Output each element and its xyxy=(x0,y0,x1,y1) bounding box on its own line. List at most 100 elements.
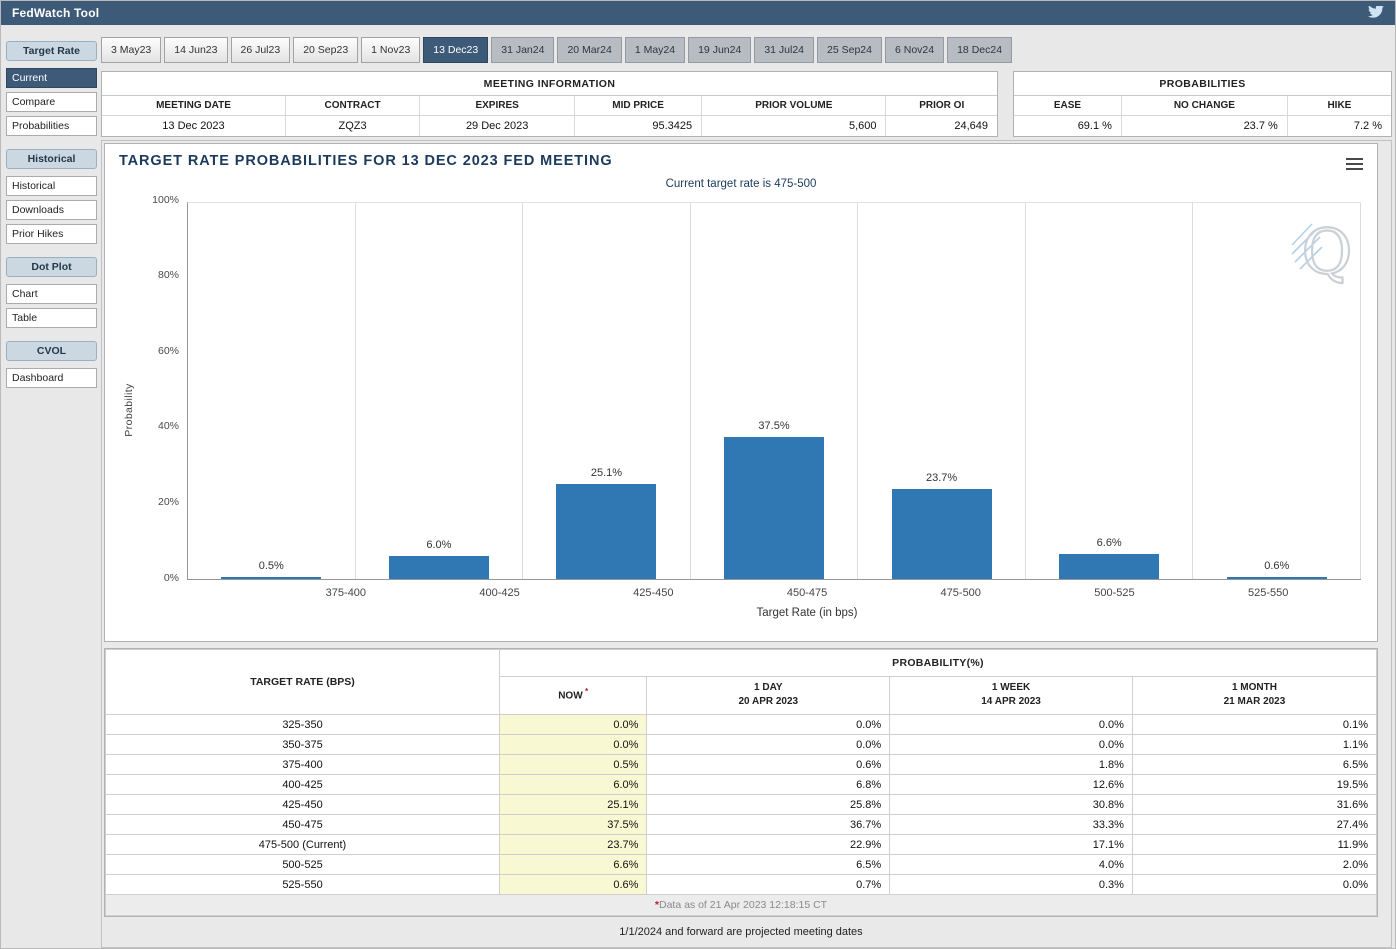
probability-cell: 25.8% xyxy=(647,795,890,815)
probability-cell: 0.0% xyxy=(890,735,1133,755)
tab-26-jul23[interactable]: 26 Jul23 xyxy=(231,37,291,63)
tab-3-may23[interactable]: 3 May23 xyxy=(101,37,161,63)
column-header-date: 20 APR 2023 xyxy=(647,695,889,709)
probability-cell: 6.0% xyxy=(500,775,647,795)
fedwatch-tool-page: FedWatch Tool Target RateCurrentCompareP… xyxy=(0,0,1396,949)
probabilities-header-no-change: NO CHANGE xyxy=(1121,96,1287,116)
rate-cell: 450-475 xyxy=(106,815,500,835)
sidebar-section-target-rate: Target Rate xyxy=(6,41,97,61)
sidebar-section-cvol: CVOL xyxy=(6,341,97,361)
probabilities-table: EASENO CHANGEHIKE 69.1 %23.7 %7.2 % xyxy=(1014,95,1391,136)
sidebar-item-prior-hikes[interactable]: Prior Hikes xyxy=(6,224,97,244)
probabilities-header-hike: HIKE xyxy=(1287,96,1391,116)
probability-cell: 0.0% xyxy=(647,715,890,735)
bar-475-500 xyxy=(892,489,992,579)
probability-cell: 4.0% xyxy=(890,855,1133,875)
meeting-info-value-prior-volume: 5,600 xyxy=(702,116,886,137)
tab-25-sep24[interactable]: 25 Sep24 xyxy=(817,37,882,63)
column-header-label: NOW xyxy=(558,691,582,702)
sidebar-item-table[interactable]: Table xyxy=(6,308,97,328)
probability-cell: 0.0% xyxy=(1132,875,1376,895)
meeting-info-value-prior-oi: 24,649 xyxy=(886,116,997,137)
tab-14-jun23[interactable]: 14 Jun23 xyxy=(164,37,227,63)
meeting-info-value-contract: ZQZ3 xyxy=(285,116,419,137)
meeting-info-header-contract: CONTRACT xyxy=(285,96,419,116)
plot-column-375-400: 0.5% xyxy=(188,203,356,579)
meeting-info-header-prior-oi: PRIOR OI xyxy=(886,96,997,116)
table-row-350-375: 350-3750.0%0.0%0.0%1.1% xyxy=(106,735,1377,755)
plot-column-400-425: 6.0% xyxy=(356,203,524,579)
column-header-label: 1 WEEK xyxy=(992,682,1030,693)
tab-20-mar24[interactable]: 20 Mar24 xyxy=(557,37,621,63)
table-row-325-350: 325-3500.0%0.0%0.0%0.1% xyxy=(106,715,1377,735)
probability-group-header: PROBABILITY(%) xyxy=(500,650,1377,677)
probability-cell: 31.6% xyxy=(1132,795,1376,815)
bar-525-550 xyxy=(1227,577,1327,579)
column-header-date: 21 MAR 2023 xyxy=(1133,695,1376,709)
plot-column-475-500: 23.7% xyxy=(858,203,1026,579)
y-tick-100: 100% xyxy=(152,194,179,207)
tab-13-dec23[interactable]: 13 Dec23 xyxy=(423,37,488,63)
sidebar-item-downloads[interactable]: Downloads xyxy=(6,200,97,220)
column-header-1-day: 1 DAY20 APR 2023 xyxy=(647,677,890,715)
tab-19-jun24[interactable]: 19 Jun24 xyxy=(688,37,751,63)
meeting-info-header-meeting-date: MEETING DATE xyxy=(102,96,285,116)
column-header-label: 1 MONTH xyxy=(1232,682,1277,693)
sidebar-section-historical: Historical xyxy=(6,149,97,169)
probability-table-panel: TARGET RATE (BPS)PROBABILITY(%)NOW *1 DA… xyxy=(104,648,1378,917)
probability-cell: 12.6% xyxy=(890,775,1133,795)
column-header-date: 14 APR 2023 xyxy=(890,695,1132,709)
tab-6-nov24[interactable]: 6 Nov24 xyxy=(885,37,944,63)
rate-cell: 425-450 xyxy=(106,795,500,815)
table-row-375-400: 375-4000.5%0.6%1.8%6.5% xyxy=(106,755,1377,775)
content-box: TARGET RATE PROBABILITIES FOR 13 DEC 202… xyxy=(101,140,1392,948)
sidebar-item-compare[interactable]: Compare xyxy=(6,92,97,112)
sidebar-item-historical[interactable]: Historical xyxy=(6,176,97,196)
meeting-info-value-mid-price: 95.3425 xyxy=(575,116,702,137)
meeting-info-value-expires: 29 Dec 2023 xyxy=(420,116,575,137)
meeting-info-header-expires: EXPIRES xyxy=(420,96,575,116)
twitter-icon[interactable] xyxy=(1368,6,1384,20)
data-as-of-row: *Data as of 21 Apr 2023 12:18:15 CT xyxy=(106,895,1377,916)
probability-cell: 6.5% xyxy=(647,855,890,875)
probabilities-value-hike: 7.2 % xyxy=(1287,116,1391,137)
x-tick-475-500: 475-500 xyxy=(884,587,1038,599)
projected-meetings-note: 1/1/2024 and forward are projected meeti… xyxy=(104,917,1378,945)
chart-subtitle: Current target rate is 475-500 xyxy=(105,178,1377,190)
tab-1-may24[interactable]: 1 May24 xyxy=(625,37,685,63)
plot-wrap: Probability Q 0.5%6.0%25.1%37.5%23.7%6.6… xyxy=(187,202,1361,619)
hamburger-menu-icon[interactable] xyxy=(1344,153,1365,175)
probability-cell: 17.1% xyxy=(890,835,1133,855)
probability-cell: 0.0% xyxy=(500,715,647,735)
probability-table: TARGET RATE (BPS)PROBABILITY(%)NOW *1 DA… xyxy=(105,649,1377,916)
y-tick-0: 0% xyxy=(164,572,179,585)
tab-31-jul24[interactable]: 31 Jul24 xyxy=(754,37,814,63)
bar-375-400 xyxy=(221,577,321,579)
probability-cell: 0.3% xyxy=(890,875,1133,895)
column-header-1-week: 1 WEEK 14 APR 2023 xyxy=(890,677,1133,715)
table-row-425-450: 425-45025.1%25.8%30.8%31.6% xyxy=(106,795,1377,815)
rate-cell: 325-350 xyxy=(106,715,500,735)
x-tick-450-475: 450-475 xyxy=(730,587,884,599)
sidebar-item-probabilities[interactable]: Probabilities xyxy=(6,116,97,136)
bar-value-label: 0.6% xyxy=(1193,560,1360,572)
sidebar-item-dashboard[interactable]: Dashboard xyxy=(6,368,97,388)
sidebar-item-current[interactable]: Current xyxy=(6,68,97,88)
probability-cell: 36.7% xyxy=(647,815,890,835)
tab-31-jan24[interactable]: 31 Jan24 xyxy=(491,37,554,63)
table-row-475-500-current: 475-500 (Current)23.7%22.9%17.1%11.9% xyxy=(106,835,1377,855)
sidebar-item-chart[interactable]: Chart xyxy=(6,284,97,304)
column-header-now: NOW * xyxy=(500,677,647,715)
target-rate-column-header: TARGET RATE (BPS) xyxy=(106,650,500,715)
tab-18-dec24[interactable]: 18 Dec24 xyxy=(947,37,1012,63)
bar-400-425 xyxy=(389,556,489,579)
footnote-marker: * xyxy=(583,686,589,696)
sidebar: Target Rate Current Compare Probabilities Hi… xyxy=(6,41,97,392)
sidebar-section-dot-plot: Dot Plot xyxy=(6,257,97,277)
tab-1-nov23[interactable]: 1 Nov23 xyxy=(361,37,420,63)
probability-cell: 0.7% xyxy=(647,875,890,895)
probabilities-header-ease: EASE xyxy=(1014,96,1121,116)
tab-20-sep23[interactable]: 20 Sep23 xyxy=(293,37,358,63)
probability-cell: 0.0% xyxy=(500,735,647,755)
probability-cell: 6.5% xyxy=(1132,755,1376,775)
